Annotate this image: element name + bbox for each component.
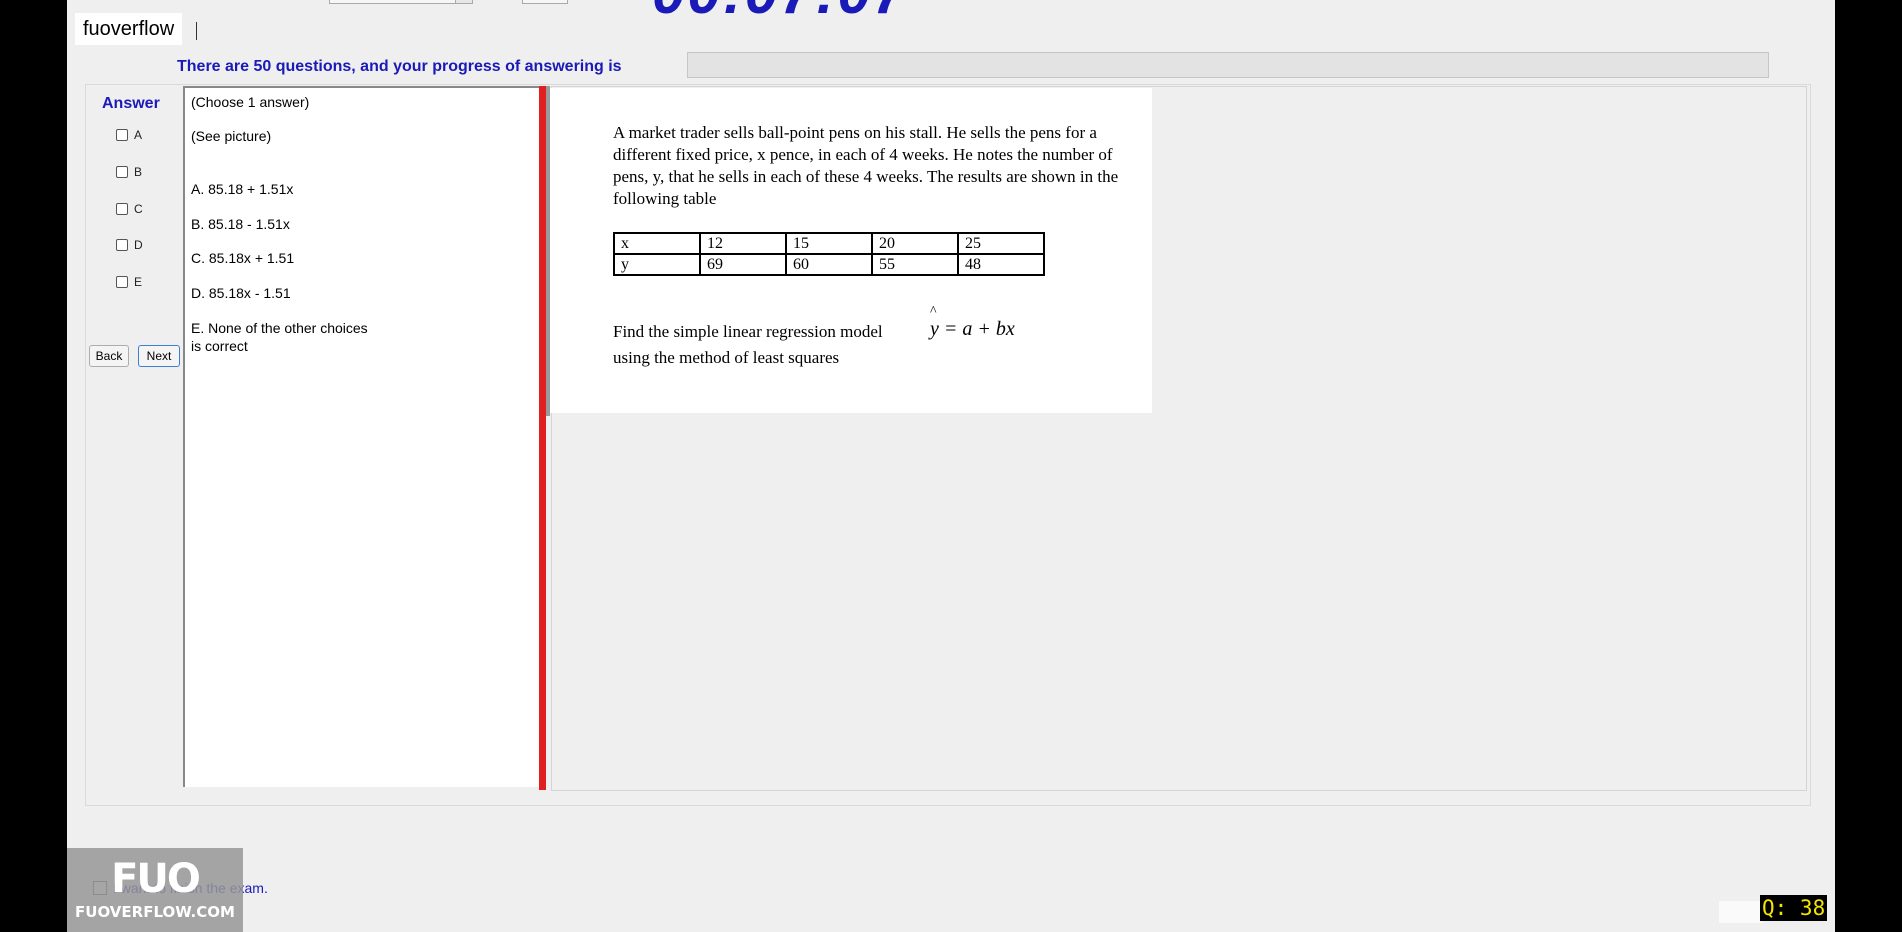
question-using-text: using the method of least squares	[613, 348, 840, 367]
progress-bar	[687, 52, 1769, 78]
choice-b-text: B. 85.18 - 1.51x	[191, 216, 290, 232]
option-label-d: D	[134, 238, 143, 252]
regression-formula: y = a + bx	[930, 318, 1015, 340]
choice-see-picture: (See picture)	[191, 128, 272, 144]
choice-d-text: D. 85.18x - 1.51	[191, 285, 291, 301]
back-button[interactable]: Back	[89, 345, 129, 367]
option-label-e: E	[134, 275, 143, 289]
splitter-red-bar[interactable]	[539, 86, 546, 790]
answer-option-d[interactable]: D	[116, 238, 143, 252]
counter-background	[1719, 901, 1763, 923]
option-label-b: B	[134, 165, 143, 179]
exam-timer: 00:07:07	[652, 0, 908, 27]
watermark-logo: FUO FUOVERFLOW.COM	[67, 848, 243, 932]
checkbox-e[interactable]	[116, 276, 128, 288]
exam-window: 00:07:07 fuoverflow There are 50 questio…	[67, 0, 1835, 932]
checkbox-b[interactable]	[116, 166, 128, 178]
answer-option-c[interactable]: C	[116, 202, 143, 216]
table-cell: 69	[699, 253, 787, 276]
choice-e-text-line2: is correct	[191, 338, 248, 354]
table-cell: 20	[871, 232, 959, 255]
data-table: x 12 15 20 25 y 69 60 55 48	[613, 232, 1045, 276]
logo-text: FUOVERFLOW.COM	[75, 903, 235, 921]
logo-mark: FUO	[111, 856, 201, 902]
table-cell: 60	[785, 253, 873, 276]
next-button[interactable]: Next	[138, 345, 180, 367]
choice-instruction: (Choose 1 answer)	[191, 94, 310, 110]
top-combo-box[interactable]	[329, 0, 473, 4]
table-row: y 69 60 55 48	[613, 253, 1045, 276]
checkbox-a[interactable]	[116, 129, 128, 141]
answer-option-b[interactable]: B	[116, 165, 142, 179]
table-cell: 15	[785, 232, 873, 255]
question-counter: Q: 38	[1760, 895, 1828, 921]
answer-option-e[interactable]: E	[116, 275, 142, 289]
choice-c-text: C. 85.18x + 1.51	[191, 250, 295, 266]
question-paragraph: A market trader sells ball-point pens on…	[613, 123, 1119, 208]
text-cursor	[196, 22, 197, 40]
table-cell: y	[613, 253, 701, 276]
choice-e-text-line1: E. None of the other choices	[191, 320, 368, 336]
table-cell: 55	[871, 253, 959, 276]
checkbox-d[interactable]	[116, 239, 128, 251]
table-cell: 12	[699, 232, 787, 255]
question-find-text: Find the simple linear regression model	[613, 322, 883, 341]
table-cell: 48	[957, 253, 1045, 276]
progress-text: There are 50 questions, and your progres…	[177, 58, 622, 75]
site-label: fuoverflow	[75, 13, 183, 45]
option-label-a: A	[134, 128, 143, 142]
table-row: x 12 15 20 25	[613, 232, 1045, 255]
answer-option-a[interactable]: A	[116, 128, 142, 142]
answer-title: Answer	[102, 95, 160, 112]
option-label-c: C	[134, 202, 143, 216]
table-cell: 25	[957, 232, 1045, 255]
checkbox-c[interactable]	[116, 203, 128, 215]
combo-dropdown-button[interactable]	[455, 0, 473, 4]
choice-a-text: A. 85.18 + 1.51x	[191, 181, 294, 197]
table-cell: x	[613, 232, 701, 255]
top-small-button[interactable]	[522, 0, 568, 4]
